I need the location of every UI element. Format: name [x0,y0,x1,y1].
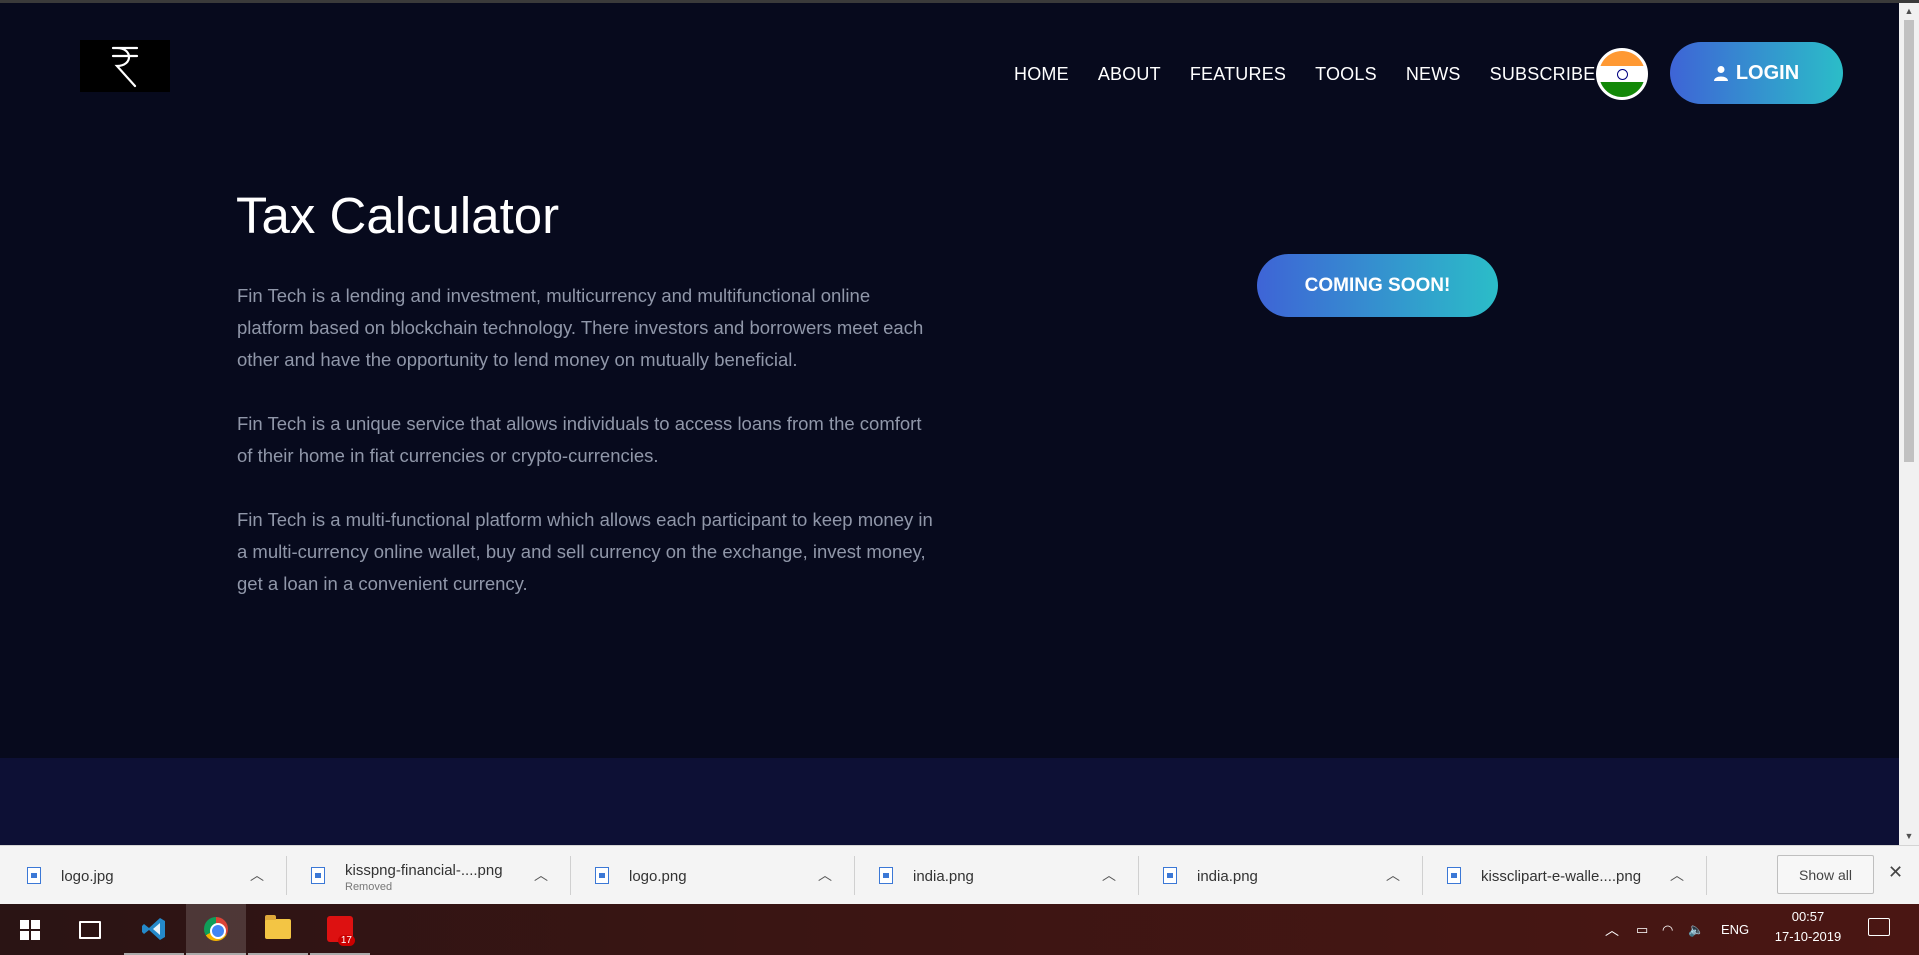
vscode-taskbar-button[interactable] [124,904,184,955]
file-icon [595,867,609,884]
chevron-up-icon[interactable]: ︿ [534,865,548,885]
clock-time: 00:57 [1791,909,1825,924]
intro-paragraph-3: Fin Tech is a multi-functional platform … [237,509,933,594]
download-filename: kissclipart-e-walle....png [1481,868,1642,885]
show-hidden-icons-icon[interactable]: ︿ [1605,920,1619,940]
site-logo[interactable] [80,40,170,92]
web-page: HOME ABOUT FEATURES TOOLS NEWS SUBSCRIBE… [0,0,1899,845]
file-icon [27,867,41,884]
window-top-border [0,0,1919,3]
main-nav: HOME ABOUT FEATURES TOOLS NEWS SUBSCRIBE… [1014,61,1630,87]
download-filename: kisspng-financial-....png [345,862,503,879]
nav-news[interactable]: NEWS [1406,61,1461,87]
login-button[interactable]: LOGIN [1670,42,1843,104]
download-filename: india.png [913,868,974,885]
scroll-down-icon[interactable]: ▼ [1899,828,1919,845]
download-item[interactable]: logo.png ︿ [568,846,852,905]
chevron-up-icon[interactable]: ︿ [1102,865,1116,885]
windows-icon [20,919,40,940]
notification-badge: 17 [337,934,355,946]
india-flag-icon[interactable] [1596,48,1648,100]
file-icon [311,867,325,884]
download-item[interactable]: india.png ︿ [852,846,1136,905]
clock-date: 17-10-2019 [1774,929,1842,944]
download-item[interactable]: kisspng-financial-....png Removed ︿ [284,846,568,905]
file-icon [1447,867,1461,884]
intro-paragraph-2: Fin Tech is a unique service that allows… [237,413,922,466]
intro-paragraph-1: Fin Tech is a lending and investment, mu… [237,285,924,370]
language-indicator[interactable]: ENG [1721,922,1749,937]
download-filename: india.png [1197,868,1258,885]
file-icon [1163,867,1177,884]
action-center-icon[interactable] [1868,918,1890,936]
app-taskbar-button[interactable]: 17 [310,904,370,955]
user-icon [1713,66,1728,81]
show-all-button[interactable]: Show all [1777,855,1874,894]
nav-about[interactable]: ABOUT [1098,61,1161,87]
file-icon [879,867,893,884]
task-view-button[interactable] [60,904,120,955]
vscode-icon [142,917,165,940]
download-item[interactable]: kissclipart-e-walle....png ︿ [1420,846,1704,905]
file-explorer-taskbar-button[interactable] [248,904,308,955]
page-title: Tax Calculator [236,187,560,244]
download-item[interactable]: india.png ︿ [1136,846,1420,905]
chevron-up-icon[interactable]: ︿ [1386,865,1400,885]
rupee-logo-icon [111,46,139,88]
volume-icon[interactable]: 🔈 [1688,922,1704,938]
app-icon: 17 [327,915,355,946]
scrollbar-thumb[interactable] [1904,20,1914,462]
chevron-up-icon[interactable]: ︿ [818,865,832,885]
chevron-up-icon[interactable]: ︿ [1670,865,1684,885]
next-section [0,758,1899,845]
divider [1706,856,1707,895]
chevron-up-icon[interactable]: ︿ [250,865,264,885]
nav-tools[interactable]: TOOLS [1315,61,1377,87]
nav-subscribe[interactable]: SUBSCRIBE! [1490,61,1601,87]
taskbar: 17 [0,904,1919,955]
coming-soon-button[interactable]: COMING SOON! [1257,254,1498,317]
start-button[interactable] [0,904,60,955]
nav-features[interactable]: FEATURES [1190,61,1286,87]
chrome-taskbar-button[interactable] [186,904,246,955]
clock[interactable]: 00:57 17-10-2019 [1768,907,1848,947]
scroll-up-icon[interactable]: ▲ [1899,3,1919,20]
download-status: Removed [345,881,393,893]
battery-icon[interactable]: ▭ [1636,922,1648,938]
nav-home[interactable]: HOME [1014,61,1069,87]
close-icon[interactable]: ✕ [1888,862,1903,883]
downloads-bar: logo.jpg ︿ kisspng-financial-....png Rem… [0,845,1919,904]
login-label: LOGIN [1735,61,1800,84]
folder-icon [265,914,291,939]
download-item[interactable]: logo.jpg ︿ [0,846,284,905]
download-filename: logo.jpg [61,868,114,885]
download-filename: logo.png [629,868,687,885]
chrome-icon [204,916,228,941]
wifi-icon[interactable]: ◠ [1662,922,1673,938]
page-scrollbar[interactable]: ▲ ▼ [1899,0,1919,845]
task-view-icon [79,920,101,939]
